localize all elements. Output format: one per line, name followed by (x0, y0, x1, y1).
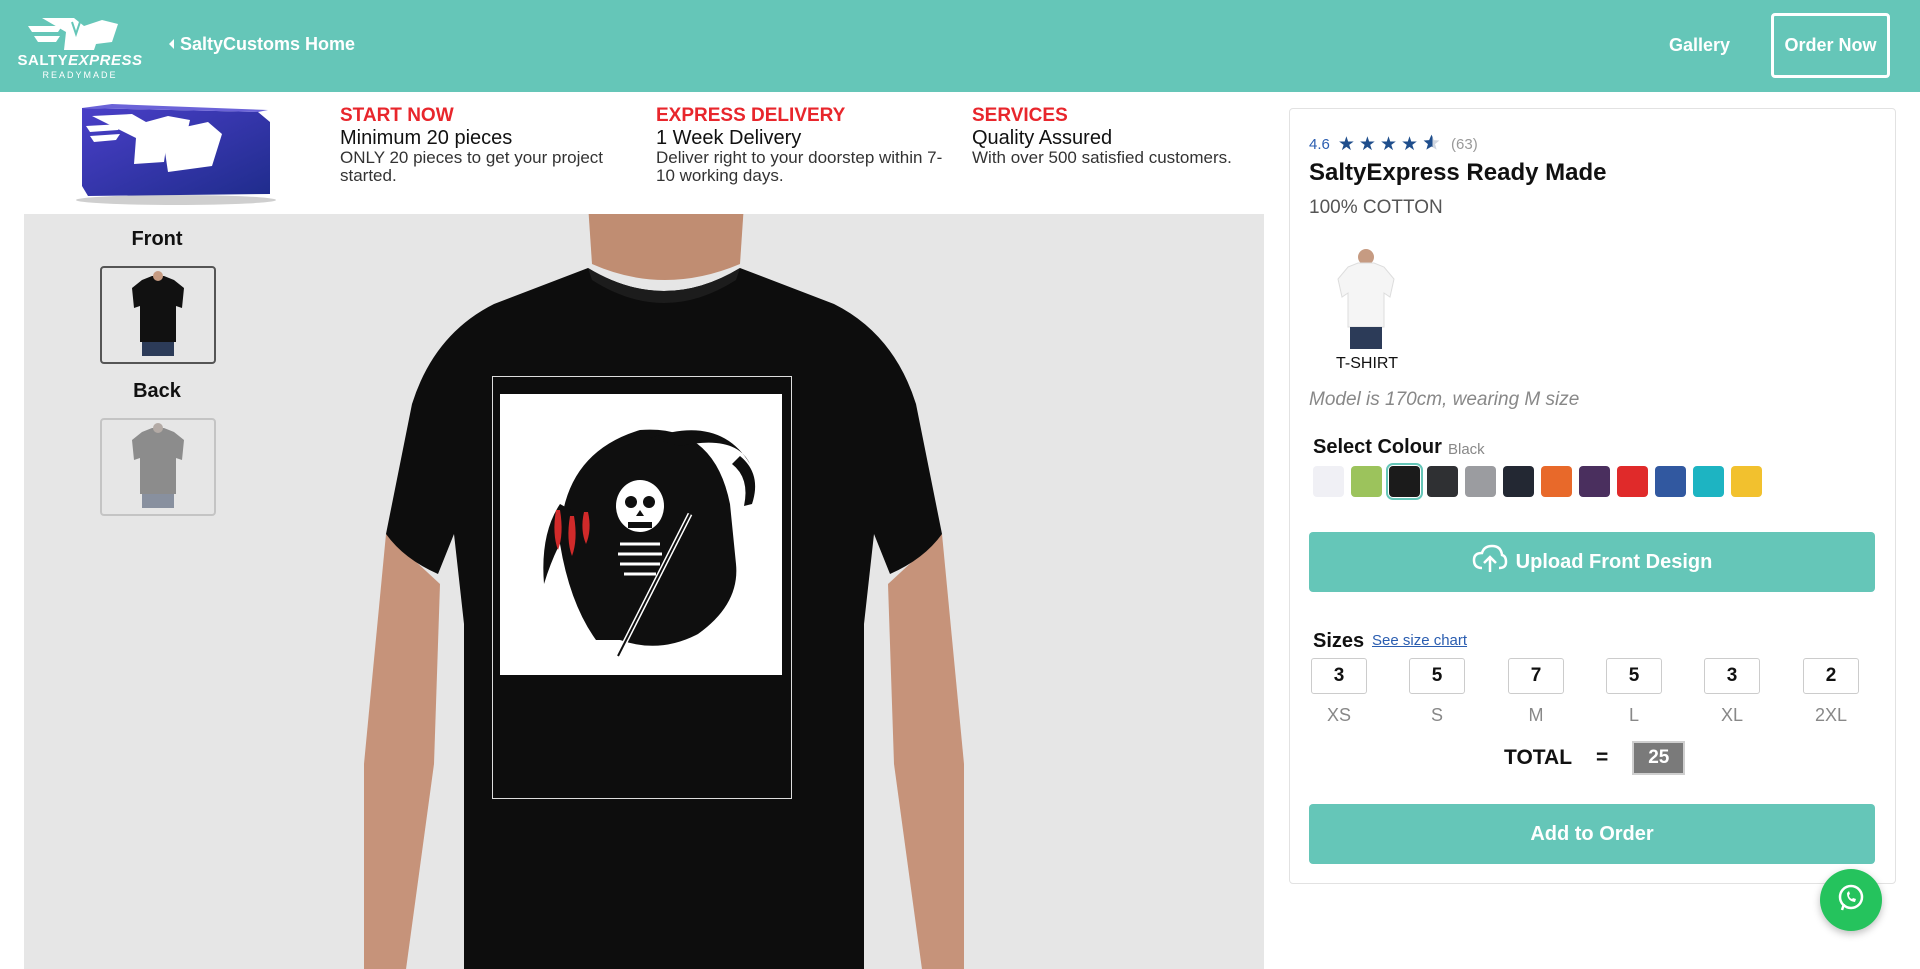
gallery-link[interactable]: Gallery (1669, 35, 1730, 56)
info-description: With over 500 satisfied customers. (972, 148, 1232, 167)
select-colour-title: Select Colour (1313, 436, 1442, 458)
tshirt-type-label: T-SHIRT (1336, 355, 1398, 372)
info-title: START NOW (340, 105, 454, 126)
size-qty-input[interactable]: 5 (1606, 658, 1662, 694)
info-services: SERVICES Quality Assured With over 500 s… (972, 105, 1272, 167)
back-shirt-thumbnail (132, 423, 184, 508)
design-preview-area: Front Back (24, 214, 1264, 969)
info-start-now: START NOW Minimum 20 pieces ONLY 20 piec… (340, 105, 640, 185)
view-label-back: Back (133, 380, 181, 402)
total-equals: = (1596, 746, 1609, 769)
total-quantity: 25 (1632, 741, 1686, 775)
colour-swatch[interactable] (1579, 466, 1610, 497)
info-description: Deliver right to your doorstep within 7-… (656, 148, 943, 185)
product-config-panel: 4.6 ★ ★ ★ ★ (63) SaltyExpress Ready Made… (1289, 108, 1896, 884)
grim-reaper-design-icon (543, 429, 756, 658)
star-full-icon: ★ (1337, 134, 1355, 155)
view-label-front: Front (131, 228, 183, 250)
uploaded-design-artwork (500, 394, 782, 675)
colour-swatch[interactable] (1427, 466, 1458, 497)
shirt-wings-logo-icon (28, 18, 118, 50)
colour-swatch[interactable] (1351, 466, 1382, 497)
colour-swatch[interactable] (1731, 466, 1762, 497)
total-label: TOTAL (1504, 746, 1573, 769)
info-title: EXPRESS DELIVERY (656, 105, 846, 126)
colour-swatch[interactable] (1313, 466, 1344, 497)
size-label: L (1628, 705, 1639, 725)
top-navbar: SALTYEXPRESS READYMADE SaltyCustoms Home… (0, 0, 1920, 92)
info-title: SERVICES (972, 105, 1068, 126)
size-l: 5 L (1604, 658, 1664, 726)
review-count: (63) (1451, 136, 1478, 153)
back-home-link[interactable]: SaltyCustoms Home (168, 34, 355, 55)
colour-swatches (1313, 463, 1762, 500)
home-link-label: SaltyCustoms Home (180, 34, 356, 54)
star-full-icon: ★ (1401, 134, 1419, 155)
whatsapp-icon (1836, 883, 1866, 918)
product-material: 100% COTTON (1309, 197, 1443, 218)
order-now-button[interactable]: Order Now (1771, 13, 1890, 78)
cloud-upload-icon (1472, 544, 1508, 580)
size-qty-input[interactable]: 7 (1508, 658, 1564, 694)
info-description: ONLY 20 pieces to get your project start… (340, 148, 604, 185)
size-m: 7 M (1506, 658, 1566, 726)
size-label: M (1528, 705, 1544, 725)
size-xl: 3 XL (1702, 658, 1762, 726)
saltyexpress-logo[interactable]: SALTYEXPRESS READYMADE (14, 12, 146, 80)
size-2xl: 2 2XL (1801, 658, 1861, 726)
model-size-note: Model is 170cm, wearing M size (1309, 389, 1580, 410)
star-full-icon: ★ (1379, 134, 1397, 155)
colour-swatch[interactable] (1617, 466, 1648, 497)
size-s: 5 S (1407, 658, 1467, 726)
tshirt-type-thumbnail[interactable] (1328, 247, 1404, 351)
product-rating: 4.6 ★ ★ ★ ★ (63) (1309, 133, 1478, 156)
total-row: TOTAL = 25 (1504, 741, 1686, 775)
caret-left-icon (168, 34, 176, 55)
size-qty-input[interactable]: 5 (1409, 658, 1465, 694)
size-chart-link[interactable]: See size chart (1372, 632, 1467, 649)
front-shirt-thumbnail (132, 271, 184, 356)
colour-swatch[interactable] (1386, 463, 1423, 500)
size-qty-input[interactable]: 3 (1704, 658, 1760, 694)
info-headline: 1 Week Delivery (656, 127, 802, 149)
product-box-image (72, 102, 280, 206)
size-label: XS (1326, 705, 1351, 725)
size-xs: 3 XS (1309, 658, 1369, 726)
rating-value: 4.6 (1309, 136, 1330, 153)
upload-button-label: Upload Front Design (1515, 550, 1713, 573)
colour-swatch[interactable] (1503, 466, 1534, 497)
star-full-icon: ★ (1358, 134, 1376, 155)
size-qty-input[interactable]: 2 (1803, 658, 1859, 694)
whatsapp-chat-button[interactable] (1820, 869, 1882, 931)
size-label: XL (1720, 705, 1744, 725)
size-qty-input[interactable]: 3 (1311, 658, 1367, 694)
info-headline: Quality Assured (972, 127, 1113, 149)
sizes-title: Sizes (1313, 630, 1365, 652)
white-tshirt-icon (1337, 249, 1395, 349)
product-title: SaltyExpress Ready Made (1309, 159, 1607, 186)
logo-subtitle: READYMADE (42, 70, 118, 80)
colour-swatch[interactable] (1465, 466, 1496, 497)
add-to-order-button[interactable]: Add to Order (1309, 804, 1875, 864)
selected-colour-name: Black (1448, 441, 1485, 458)
logo-wordmark: SALTYEXPRESS (17, 52, 143, 69)
size-label: 2XL (1814, 705, 1848, 725)
view-thumb-front[interactable] (100, 266, 216, 364)
star-half-icon (1422, 133, 1441, 156)
colour-swatch[interactable] (1655, 466, 1686, 497)
colour-swatch[interactable] (1693, 466, 1724, 497)
info-express-delivery: EXPRESS DELIVERY 1 Week Delivery Deliver… (656, 105, 956, 185)
upload-front-design-button[interactable]: Upload Front Design (1309, 532, 1875, 592)
view-thumb-back[interactable] (100, 418, 216, 516)
info-headline: Minimum 20 pieces (340, 127, 513, 149)
size-label: S (1430, 705, 1443, 725)
colour-swatch[interactable] (1541, 466, 1572, 497)
